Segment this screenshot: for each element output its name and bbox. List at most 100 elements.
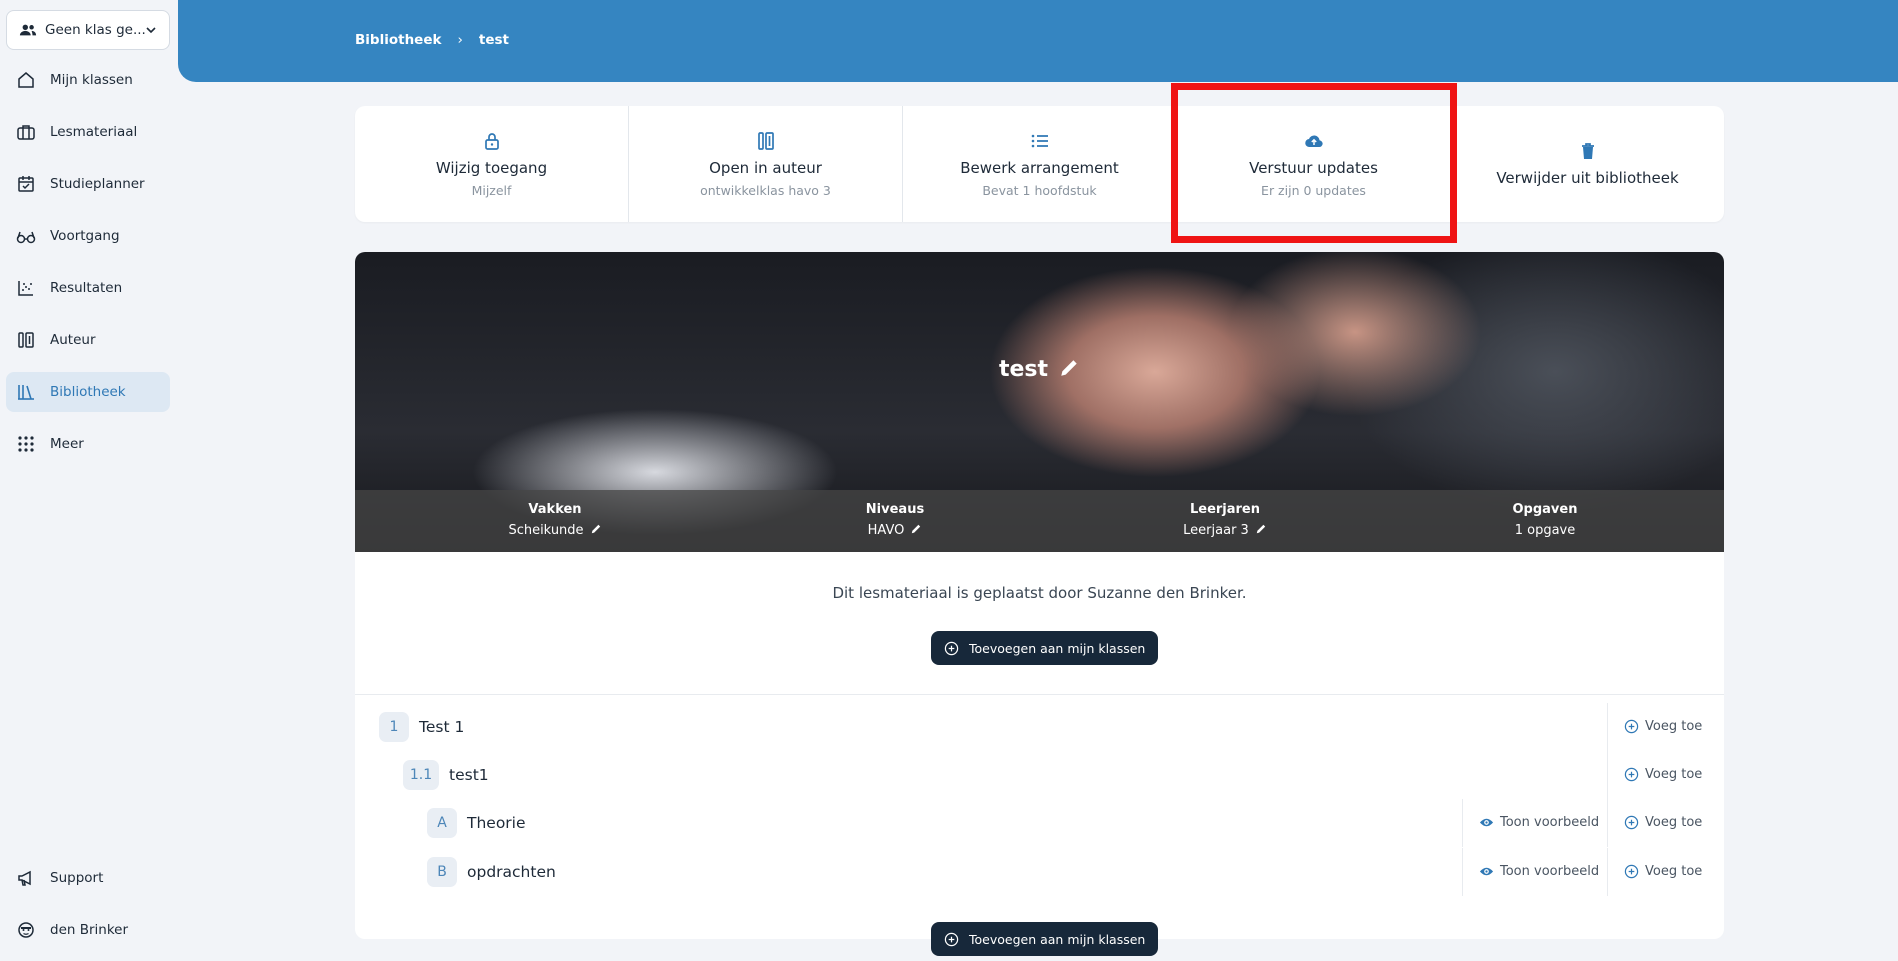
outline-row-paragraph: A Theorie Toon voorbeeld Voeg toe xyxy=(355,799,1724,847)
grid-icon xyxy=(18,436,34,452)
edit-arrangement-button[interactable]: Bewerk arrangement Bevat 1 hoofdstuk xyxy=(903,106,1177,222)
sidebar-item-resultaten[interactable]: Resultaten xyxy=(6,268,170,308)
sidebar-item-profile[interactable]: den Brinker xyxy=(6,910,170,950)
sidebar-item-support[interactable]: Support xyxy=(6,858,170,898)
list-icon xyxy=(1031,134,1048,147)
sidebar-item-label: Auteur xyxy=(50,332,96,348)
divider xyxy=(355,694,1724,695)
meta-label: Vakken xyxy=(528,502,582,517)
eye-icon xyxy=(1479,867,1494,876)
breadcrumb-current: test xyxy=(478,32,509,48)
calendar-check-icon xyxy=(18,176,34,192)
pencil-icon[interactable] xyxy=(1058,357,1080,379)
add-chapter-button[interactable]: Voeg toe xyxy=(1624,719,1702,734)
plus-circle-icon xyxy=(1624,719,1639,734)
sidebar-item-label: Support xyxy=(50,870,104,886)
paragraph-title[interactable]: Theorie xyxy=(467,814,526,832)
section-number: 1.1 xyxy=(403,760,439,790)
meta-label: Opgaven xyxy=(1512,502,1578,517)
show-preview-button[interactable]: Toon voorbeeld xyxy=(1479,815,1599,830)
outline-row-paragraph: B opdrachten Toon voorbeeld Voeg toe xyxy=(355,848,1724,896)
column-divider xyxy=(1607,848,1608,896)
plus-circle-icon xyxy=(944,932,959,946)
meta-opgaven: Opgaven 1 opgave xyxy=(1465,502,1625,538)
highlight-box xyxy=(1171,83,1457,243)
chevron-down-icon xyxy=(146,27,156,34)
action-bar: Wijzig toegang Mijzelf Open in auteur on… xyxy=(355,106,1724,222)
section-title[interactable]: test1 xyxy=(449,766,489,784)
column-divider xyxy=(1607,703,1608,751)
meta-label: Niveaus xyxy=(865,502,925,517)
change-access-button[interactable]: Wijzig toegang Mijzelf xyxy=(355,106,629,222)
action-subtitle: Bevat 1 hoofdstuk xyxy=(982,182,1097,198)
add-paragraph-button[interactable]: Voeg toe xyxy=(1624,815,1702,830)
action-title: Wijzig toegang xyxy=(435,158,548,177)
column-divider xyxy=(1607,751,1608,799)
sidebar-item-meer[interactable]: Meer xyxy=(6,424,170,464)
action-title: Bewerk arrangement xyxy=(960,158,1119,177)
class-selector-label: Geen klas ge... xyxy=(45,22,145,38)
meta-label: Leerjaren xyxy=(1189,502,1261,517)
hero-title: test xyxy=(355,357,1724,382)
pencil-icon[interactable] xyxy=(590,523,602,535)
sidebar-item-studieplanner[interactable]: Studieplanner xyxy=(6,164,170,204)
sidebar-item-auteur[interactable]: Auteur xyxy=(6,320,170,360)
sidebar-item-lesmateriaal[interactable]: Lesmateriaal xyxy=(6,112,170,152)
pencil-icon[interactable] xyxy=(1255,523,1267,535)
sidebar-item-bibliotheek[interactable]: Bibliotheek xyxy=(6,372,170,412)
meta-vakken: Vakken Scheikunde xyxy=(475,502,635,538)
paragraph-letter: B xyxy=(427,857,457,887)
outline-row-chapter: 1 Test 1 Voeg toe xyxy=(355,703,1724,751)
people-icon xyxy=(19,24,37,36)
meta-value: 1 opgave xyxy=(1514,523,1576,538)
sidebar-item-label: Studieplanner xyxy=(50,176,145,192)
breadcrumb-root[interactable]: Bibliotheek xyxy=(355,32,441,48)
action-title: Open in auteur xyxy=(709,158,822,177)
meta-leerjaren: Leerjaren Leerjaar 3 xyxy=(1145,502,1305,538)
add-to-classes-button[interactable]: Toevoegen aan mijn klassen xyxy=(931,631,1159,665)
column-divider xyxy=(1607,799,1608,847)
meta-niveaus: Niveaus HAVO xyxy=(815,502,975,538)
sidebar-item-label: Bibliotheek xyxy=(50,384,126,400)
pencil-icon[interactable] xyxy=(910,523,922,535)
trash-icon xyxy=(1581,143,1594,159)
lock-icon xyxy=(484,132,499,150)
class-selector[interactable]: Geen klas ge... xyxy=(6,10,170,50)
library-item-card: test Vakken Scheikunde Niveaus HAVO Leer… xyxy=(355,252,1724,939)
show-preview-button[interactable]: Toon voorbeeld xyxy=(1479,864,1599,879)
sidebar-item-voortgang[interactable]: Voortgang xyxy=(6,216,170,256)
placed-by-text: Dit lesmateriaal is geplaatst door Suzan… xyxy=(832,584,1247,602)
sidebar-item-mijn-klassen[interactable]: Mijn klassen xyxy=(6,60,170,100)
meta-value: Leerjaar 3 xyxy=(1145,523,1305,538)
plus-circle-icon xyxy=(1624,815,1639,830)
add-paragraph-button[interactable]: Voeg toe xyxy=(1624,864,1702,879)
button-label: Toevoegen aan mijn klassen xyxy=(969,931,1146,947)
plus-circle-icon xyxy=(1624,767,1639,782)
add-section-button[interactable]: Voeg toe xyxy=(1624,767,1702,782)
sidebar: Geen klas ge... Mijn klassen Lesmateriaa… xyxy=(0,0,178,961)
action-subtitle: ontwikkelklas havo 3 xyxy=(700,182,831,198)
open-in-author-button[interactable]: Open in auteur ontwikkelklas havo 3 xyxy=(629,106,903,222)
home-icon xyxy=(18,72,34,88)
column-divider xyxy=(1462,799,1463,847)
eye-icon xyxy=(1479,818,1494,827)
add-to-classes-button-bottom[interactable]: Toevoegen aan mijn klassen xyxy=(931,922,1159,956)
remove-from-library-button[interactable]: Verwijder uit bibliotheek xyxy=(1451,106,1724,222)
meta-value: HAVO xyxy=(815,523,975,538)
user-avatar-icon xyxy=(18,922,34,938)
sidebar-item-label: Voortgang xyxy=(50,228,120,244)
hero-image: test Vakken Scheikunde Niveaus HAVO Leer… xyxy=(355,252,1724,552)
library-icon xyxy=(18,385,34,400)
chapter-number: 1 xyxy=(379,712,409,742)
sidebar-item-label: den Brinker xyxy=(50,922,129,938)
scatter-chart-icon xyxy=(18,281,33,296)
megaphone-icon xyxy=(18,870,31,886)
author-tools-icon xyxy=(18,332,34,348)
author-tools-icon xyxy=(757,131,774,150)
plus-circle-icon xyxy=(1624,864,1639,879)
meta-bar: Vakken Scheikunde Niveaus HAVO Leerjaren… xyxy=(355,490,1724,552)
chapter-title[interactable]: Test 1 xyxy=(419,718,464,736)
breadcrumb-separator: › xyxy=(457,32,463,48)
paragraph-title[interactable]: opdrachten xyxy=(467,863,556,881)
outline-row-section: 1.1 test1 Voeg toe xyxy=(355,751,1724,799)
